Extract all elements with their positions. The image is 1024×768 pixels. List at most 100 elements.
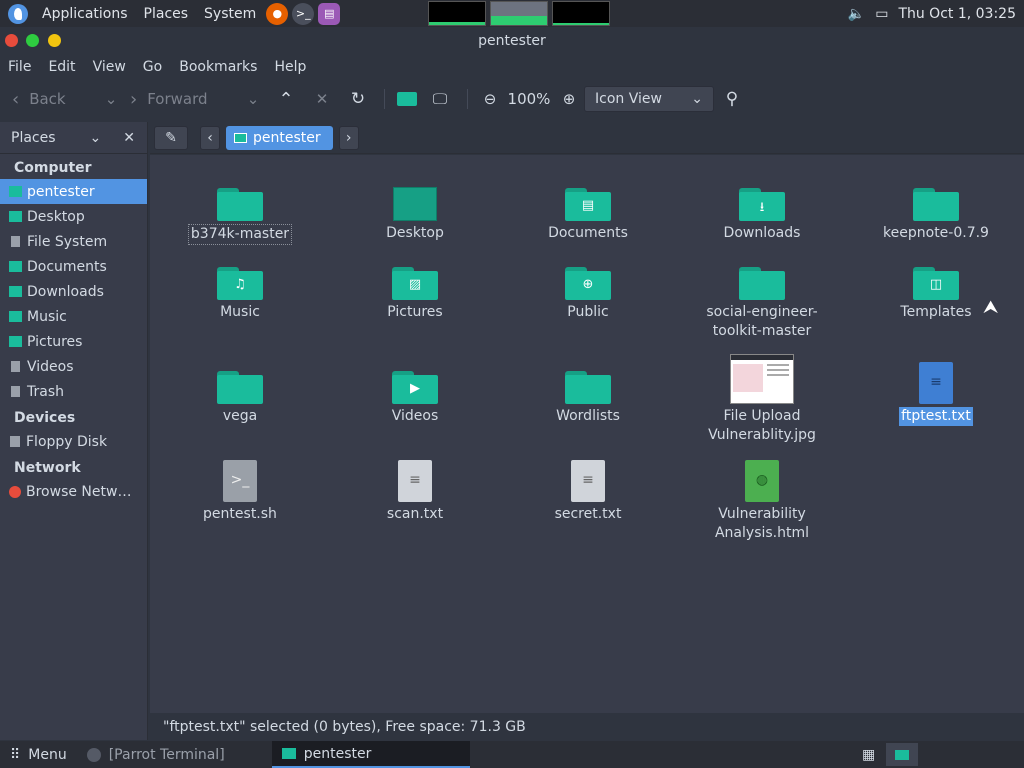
close-icon[interactable]: ✕ (123, 130, 135, 146)
toolbar-separator (467, 89, 468, 109)
chevron-down-icon[interactable]: ⌄ (90, 130, 102, 146)
computer-icon[interactable]: 🖵 (421, 84, 459, 114)
window-title: pentester (478, 32, 546, 49)
terminal-icon[interactable]: >_ (292, 2, 315, 25)
file-item[interactable]: ▶ Videos (350, 354, 480, 426)
file-item[interactable]: Wordlists (523, 354, 653, 426)
maximize-window-button[interactable] (26, 34, 39, 47)
documents-folder-icon: ▤ (565, 188, 611, 221)
file-item[interactable]: b374k-master (175, 171, 305, 245)
menu-bar: File Edit View Go Bookmarks Help (0, 54, 1024, 80)
forward-button[interactable]: › Forward (130, 84, 238, 114)
system-menu[interactable]: System (196, 0, 264, 27)
zoom-level[interactable]: 100% (504, 84, 554, 114)
folder-icon (217, 371, 263, 404)
documents-folder-icon (9, 261, 22, 272)
menu-view[interactable]: View (93, 59, 126, 75)
zoom-out-icon[interactable]: ⊖ (476, 84, 504, 114)
sidebar-item-floppy[interactable]: Floppy Disk (0, 429, 147, 454)
folder-icon (565, 371, 611, 404)
file-item[interactable]: social-engineer-toolkit-master (697, 250, 827, 341)
up-arrow-icon[interactable]: ⌃ (268, 84, 304, 114)
minimize-window-button[interactable] (48, 34, 61, 47)
menu-bookmarks[interactable]: Bookmarks (179, 59, 257, 75)
file-item[interactable]: keepnote-0.7.9 (871, 171, 1001, 243)
display-icon[interactable]: ▭ (875, 6, 888, 22)
file-item[interactable]: ▤ Documents (523, 171, 653, 243)
sidebar-group-devices: Devices (14, 410, 76, 426)
home-folder-icon (9, 186, 22, 197)
task-terminal[interactable]: [Parrot Terminal] (77, 741, 272, 768)
memory-monitor (490, 1, 548, 26)
file-item[interactable]: ≡ scan.txt (350, 443, 480, 524)
sidebar-item-filesystem[interactable]: File System (0, 229, 147, 254)
file-item[interactable]: ◍ Vulnerability Analysis.html (697, 443, 827, 543)
sidebar-item-music[interactable]: Music (0, 304, 147, 329)
file-item[interactable]: ♫ Music (175, 250, 305, 322)
edit-location-button[interactable]: ✎ (154, 125, 188, 150)
sidebar-item-videos[interactable]: Videos (0, 354, 147, 379)
file-item[interactable]: ▨ Pictures (350, 250, 480, 322)
volume-icon[interactable]: 🔈 (848, 6, 865, 22)
zoom-in-icon[interactable]: ⊕ (554, 84, 584, 114)
network-monitor (552, 1, 610, 26)
desktop-icon (393, 187, 437, 221)
workspace-icon[interactable]: ▦ (862, 747, 875, 763)
file-view[interactable]: b374k-master Desktop ▤ Documents ⭳ Downl… (150, 155, 1024, 713)
menu-file[interactable]: File (8, 59, 31, 75)
sidebar-item-pentester[interactable]: pentester (0, 179, 147, 204)
close-window-button[interactable] (5, 34, 18, 47)
arrow-right-icon: › (130, 88, 138, 110)
menu-button[interactable]: ⠿ Menu (0, 741, 77, 768)
sidebar-item-downloads[interactable]: Downloads (0, 279, 147, 304)
menu-help[interactable]: Help (274, 59, 306, 75)
show-desktop-icon[interactable] (886, 743, 918, 766)
sidebar-item-documents[interactable]: Documents (0, 254, 147, 279)
firefox-icon[interactable]: ● (266, 2, 289, 25)
reload-icon[interactable]: ↻ (340, 84, 376, 114)
menu-go[interactable]: Go (143, 59, 162, 75)
menu-edit[interactable]: Edit (48, 59, 75, 75)
path-scroll-left-button[interactable]: ‹ (200, 125, 220, 150)
bottom-panel: ⠿ Menu [Parrot Terminal] pentester ▦ (0, 741, 1024, 768)
applications-menu[interactable]: Applications (34, 0, 136, 27)
path-scroll-right-button[interactable]: › (338, 125, 359, 150)
templates-folder-icon: ◫ (913, 267, 959, 300)
file-item[interactable]: ≡ secret.txt (523, 443, 653, 524)
sidebar-title[interactable]: Places (11, 130, 56, 146)
stop-icon[interactable]: ✕ (304, 84, 340, 114)
search-icon[interactable]: ⚲ (714, 84, 750, 114)
file-item[interactable]: ◫ Templates (871, 250, 1001, 322)
folder-icon (739, 267, 785, 300)
sidebar-item-desktop[interactable]: Desktop (0, 204, 147, 229)
text-editor-icon[interactable]: ▤ (318, 2, 341, 25)
file-item[interactable]: Desktop (350, 171, 480, 243)
public-folder-icon: ⊕ (565, 267, 611, 300)
file-item-selected[interactable]: ≡ ftptest.txt (871, 345, 1001, 426)
sidebar-item-trash[interactable]: Trash (0, 379, 147, 404)
videos-folder-icon: ▶ (392, 371, 438, 404)
file-item[interactable]: ⊕ Public (523, 250, 653, 322)
window-titlebar[interactable]: pentester (0, 27, 1024, 54)
breadcrumb-pentester[interactable]: pentester (226, 125, 333, 150)
clock[interactable]: Thu Oct 1, 03:25 (898, 6, 1016, 22)
text-file-icon: ≡ (571, 460, 605, 502)
task-pentester[interactable]: pentester (271, 741, 470, 768)
sidebar-item-browse-network[interactable]: Browse Netw… (0, 479, 147, 504)
file-item[interactable]: File Upload Vulnerablity.jpg (697, 345, 827, 445)
toolbar: ‹ Back ⌄ › Forward ⌄ ⌃ ✕ ↻ 🖵 ⊖ 100% ⊕ Ic… (0, 80, 1024, 118)
places-menu[interactable]: Places (136, 0, 197, 27)
view-mode-select[interactable]: Icon View ⌄ (584, 86, 714, 112)
system-tray: 🔈 ▭ Thu Oct 1, 03:25 (848, 0, 1016, 27)
file-item[interactable]: vega (175, 354, 305, 426)
file-item[interactable]: ⭳ Downloads (697, 171, 827, 243)
back-button[interactable]: ‹ Back (12, 84, 92, 114)
text-document-icon: ≡ (919, 362, 953, 404)
home-icon[interactable] (393, 84, 421, 114)
back-history-chevron-icon[interactable]: ⌄ (92, 84, 130, 114)
sidebar-item-pictures[interactable]: Pictures (0, 329, 147, 354)
forward-history-chevron-icon[interactable]: ⌄ (238, 84, 268, 114)
terminal-icon (86, 747, 101, 762)
parrot-logo-icon[interactable] (8, 3, 28, 24)
file-item[interactable]: >_ pentest.sh (175, 443, 305, 524)
